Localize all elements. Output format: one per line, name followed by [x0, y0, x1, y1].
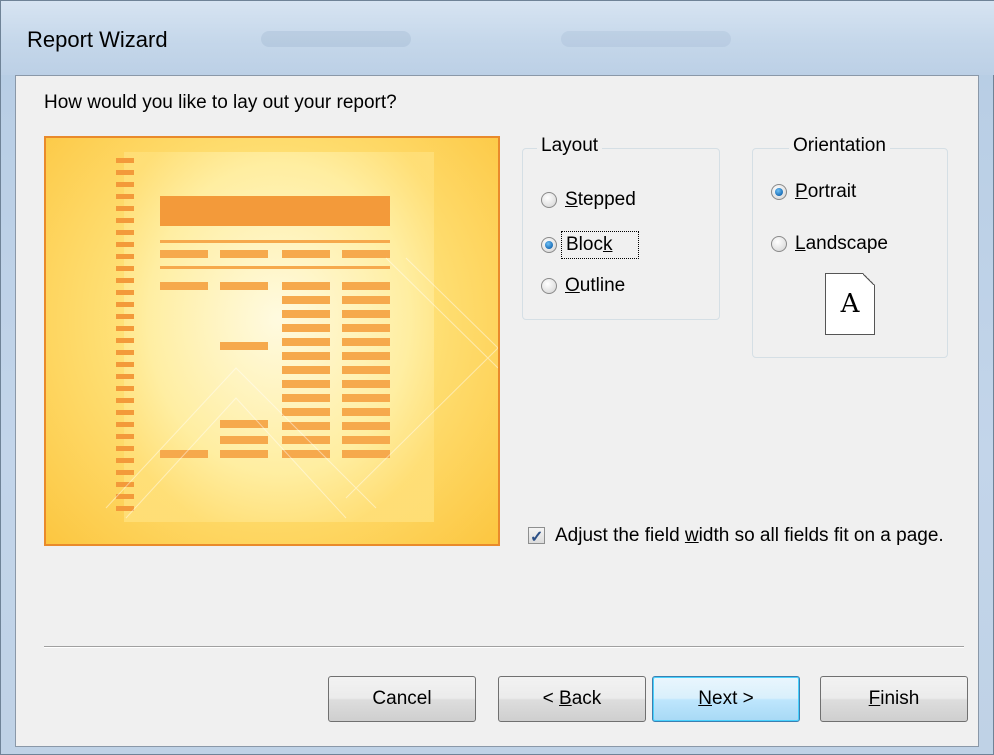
- orientation-group-label: Orientation: [789, 135, 890, 157]
- next-button-label: Next >: [698, 688, 754, 709]
- radio-stepped-label: Stepped: [565, 189, 636, 210]
- radio-block-label: Block: [561, 231, 639, 259]
- radio-block[interactable]: Block: [541, 231, 639, 259]
- radio-portrait-label: Portrait: [795, 181, 857, 202]
- next-button[interactable]: Next >: [652, 676, 800, 722]
- radio-landscape-indicator[interactable]: [771, 236, 787, 252]
- window-title: Report Wizard: [27, 27, 168, 52]
- layout-group: Layout Stepped Block Outline: [522, 135, 720, 320]
- radio-landscape[interactable]: Landscape: [771, 233, 888, 255]
- adjust-field-width-checkbox[interactable]: [528, 524, 545, 552]
- dialog-client: How would you like to lay out your repor…: [15, 75, 979, 747]
- cancel-button-label: Cancel: [372, 688, 432, 709]
- radio-outline-label: Outline: [565, 275, 626, 296]
- portrait-page-icon: A: [825, 273, 875, 335]
- radio-portrait-indicator[interactable]: [771, 184, 787, 200]
- button-separator: [44, 646, 964, 648]
- radio-stepped[interactable]: Stepped: [541, 189, 636, 211]
- adjust-field-width-checkbox-row[interactable]: Adjust the field width so all fields fit…: [528, 522, 948, 552]
- wizard-question: How would you like to lay out your repor…: [44, 92, 397, 113]
- radio-portrait[interactable]: Portrait: [771, 181, 856, 203]
- orientation-group: Orientation Portrait Landscape A: [752, 135, 948, 358]
- radio-landscape-label: Landscape: [795, 233, 888, 254]
- finish-button-label: Finish: [868, 688, 920, 709]
- layout-group-label: Layout: [537, 135, 603, 157]
- title-bar[interactable]: Report Wizard: [1, 1, 994, 75]
- radio-outline[interactable]: Outline: [541, 275, 625, 297]
- back-button[interactable]: < Back: [498, 676, 646, 722]
- radio-outline-indicator[interactable]: [541, 278, 557, 294]
- finish-button[interactable]: Finish: [820, 676, 968, 722]
- window-frame: Report Wizard How would you like to lay …: [0, 0, 994, 755]
- layout-preview-image: [44, 136, 500, 546]
- block-layout-illustration: [105, 152, 498, 522]
- title-bar-background-blur: [561, 31, 731, 47]
- page-fold-icon: [863, 273, 875, 285]
- back-button-label: < Back: [542, 688, 602, 709]
- page-icon-letter: A: [840, 289, 860, 319]
- radio-stepped-indicator[interactable]: [541, 192, 557, 208]
- adjust-field-width-label: Adjust the field width so all fields fit…: [555, 525, 944, 546]
- radio-block-indicator[interactable]: [541, 237, 557, 253]
- cancel-button[interactable]: Cancel: [328, 676, 476, 722]
- title-bar-background-blur: [261, 31, 411, 47]
